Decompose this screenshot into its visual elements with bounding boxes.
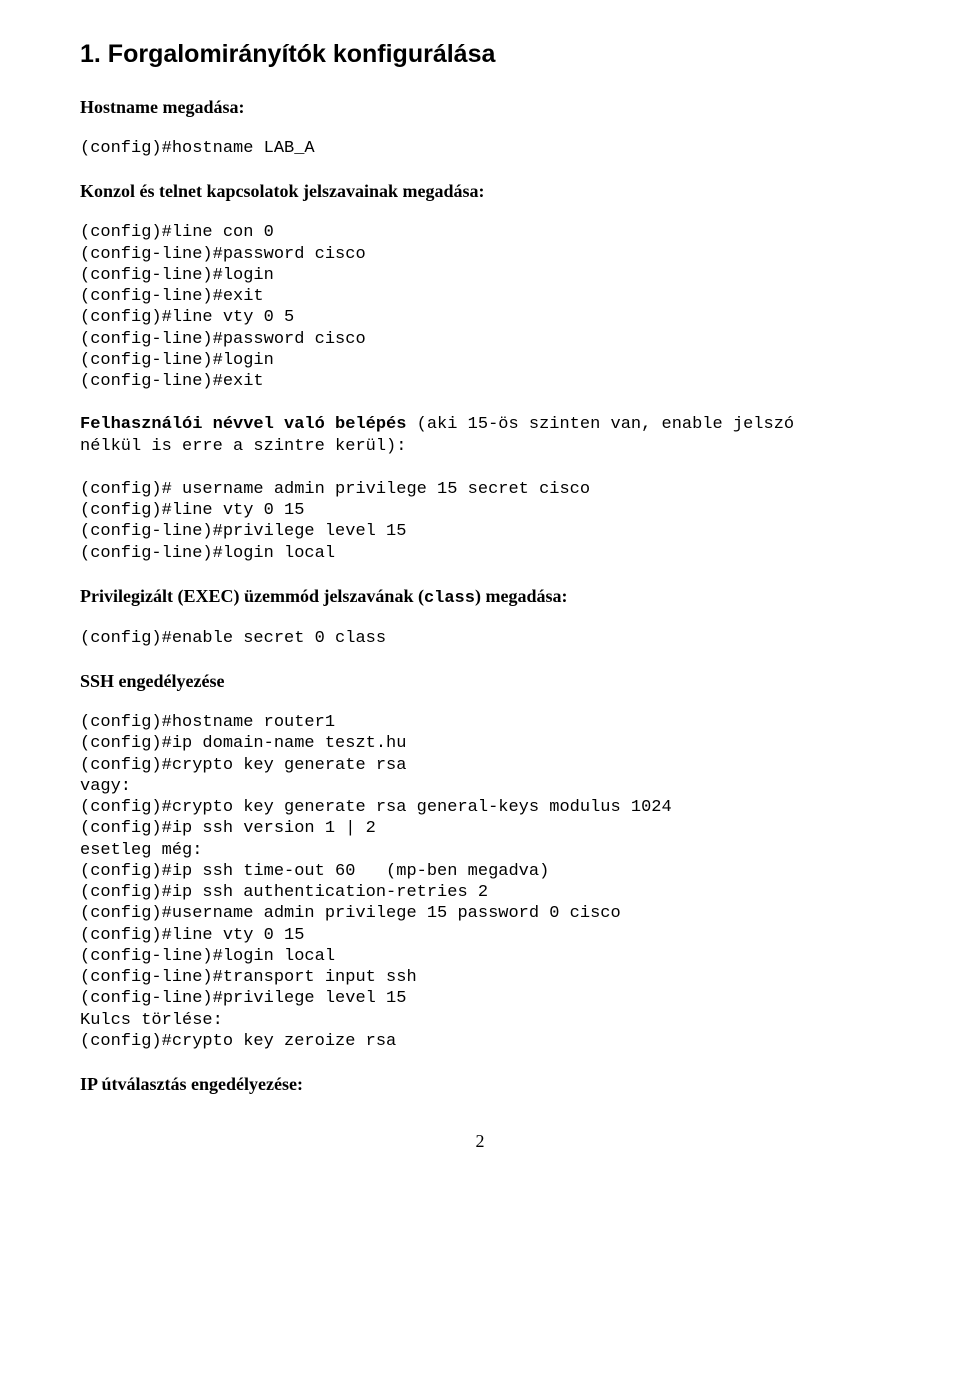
ssh-label: SSH engedélyezése [80,671,880,692]
hostname-code: (config)#hostname LAB_A [80,138,880,159]
page-number: 2 [80,1131,880,1152]
exec-password-code: (config)#enable secret 0 class [80,628,880,649]
exec-password-prefix: Privilegizált (EXEC) üzemmód jelszavának… [80,586,424,606]
exec-password-mono: class [424,589,475,608]
ssh-code: (config)#hostname router1 (config)#ip do… [80,712,880,1052]
user-login-block: Felhasználói névvel való belépés (aki 15… [80,414,880,457]
user-login-label-bold: Felhasználói névvel való belépés [80,415,417,434]
console-telnet-label: Konzol és telnet kapcsolatok jelszavaina… [80,181,880,202]
exec-password-suffix: ) megadása: [475,586,568,606]
console-telnet-code: (config)#line con 0 (config-line)#passwo… [80,222,880,392]
exec-password-label: Privilegizált (EXEC) üzemmód jelszavának… [80,586,880,608]
ip-routing-label: IP útválasztás engedélyezése: [80,1074,880,1095]
user-login-code: (config)# username admin privilege 15 se… [80,479,880,564]
section-title: 1. Forgalomirányítók konfigurálása [80,40,880,69]
hostname-label: Hostname megadása: [80,97,880,118]
